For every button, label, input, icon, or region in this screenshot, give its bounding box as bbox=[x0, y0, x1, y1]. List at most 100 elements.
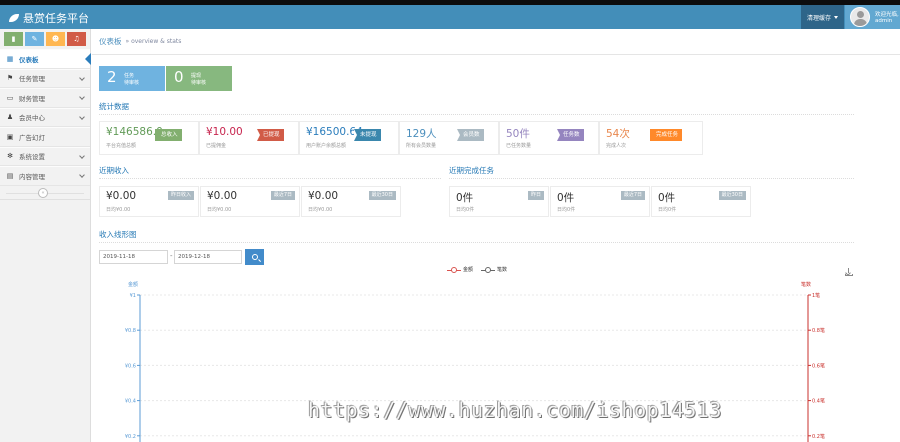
stat-value: 54次 bbox=[606, 128, 630, 140]
sidebar-item-finance[interactable]: ▭ 财务管理 bbox=[0, 88, 90, 108]
chevron-down-icon bbox=[79, 94, 85, 100]
tile-count: 0 bbox=[174, 68, 184, 86]
stat-label: 平台充值总额 bbox=[106, 143, 137, 149]
sidebar-item-members[interactable]: ♟ 会员中心 bbox=[0, 107, 90, 127]
right-tick-label: 1笔 bbox=[812, 292, 820, 299]
tasks-done-card: 0件 日均0件 最近7日 bbox=[550, 186, 650, 217]
stat-card: ¥146586.0 平台充值总额 总收入 bbox=[99, 121, 199, 155]
tile-pending-tasks[interactable]: 2 任务 待审核 bbox=[99, 66, 165, 91]
stat-card: ¥16500.64 用户账户余额总额 未提现 bbox=[299, 121, 399, 155]
money-icon: ▭ bbox=[6, 93, 14, 102]
mini-label: 日均0件 bbox=[658, 207, 677, 213]
tile-label: 任务 bbox=[124, 73, 135, 79]
mini-value: ¥0.00 bbox=[308, 190, 339, 202]
stat-badge: 未提现 bbox=[354, 129, 381, 141]
sidebar-shortcuts: ▮ ✎ ☻ ♫ bbox=[0, 29, 90, 49]
chevron-down-icon bbox=[79, 172, 85, 178]
mini-value: ¥0.00 bbox=[106, 190, 137, 202]
tile-pending-withdrawals[interactable]: 0 提现 待审核 bbox=[166, 66, 232, 91]
clear-cache-label: 清理缓存 bbox=[806, 14, 831, 22]
mini-tag: 最近30日 bbox=[718, 191, 746, 200]
shortcut-users-button[interactable]: ☻ bbox=[46, 32, 65, 46]
legend-item-count[interactable]: 笔数 bbox=[481, 266, 507, 273]
left-tick-label: ¥0.6 bbox=[125, 363, 136, 369]
main-content: 仪表板 » overview & stats 2 任务 待审核 0 提现 待审核… bbox=[92, 29, 900, 442]
left-axis-title: 金额 bbox=[128, 281, 138, 288]
brand[interactable]: 悬赏任务平台 bbox=[9, 10, 89, 26]
user-icon: ♟ bbox=[6, 113, 14, 122]
stat-label: 完成人次 bbox=[606, 143, 627, 149]
tasks-done-card: 0件日均0件 最近30日 bbox=[651, 186, 751, 217]
stat-badge: 会员数 bbox=[457, 129, 484, 141]
search-button[interactable] bbox=[245, 249, 264, 265]
shortcut-bell-button[interactable]: ♫ bbox=[67, 32, 86, 46]
income-card: ¥0.00 日均¥0.00 最近7日 bbox=[200, 186, 300, 217]
avatar bbox=[850, 7, 870, 27]
mini-value: 0件 bbox=[456, 192, 474, 204]
tasks-done-title: 近期完成任务 bbox=[449, 166, 494, 175]
tile-sublabel: 待审核 bbox=[124, 80, 140, 86]
income-card: ¥0.00 日均¥0.00 昨日收入 bbox=[99, 186, 199, 217]
leaf-icon bbox=[9, 14, 19, 22]
mini-tag: 最近30日 bbox=[368, 191, 396, 200]
breadcrumb: 仪表板 » overview & stats bbox=[92, 29, 900, 55]
left-tick-label: ¥0.2 bbox=[125, 434, 136, 440]
sidebar-item-content[interactable]: ▤ 内容管理 bbox=[0, 166, 90, 186]
sidebar-item-dashboard[interactable]: ▦ 仪表板 bbox=[0, 49, 91, 69]
top-navbar: 悬赏任务平台 清理缓存 欢迎光临, admin bbox=[0, 5, 900, 29]
tile-sublabel: 待审核 bbox=[191, 80, 207, 86]
stat-card: ¥10.00 已提佣金 已提现 bbox=[199, 121, 299, 155]
download-icon[interactable] bbox=[845, 268, 853, 276]
stat-card: 54次 完成人次 完成任务 bbox=[599, 121, 703, 155]
mini-value: 0件 bbox=[557, 192, 575, 204]
stat-badge: 已提现 bbox=[257, 129, 284, 141]
shortcut-pencil-button[interactable]: ✎ bbox=[25, 32, 44, 46]
date-to-input[interactable]: 2019-12-18 bbox=[174, 250, 242, 264]
date-from-input[interactable]: 2019-11-18 bbox=[99, 250, 168, 264]
page-subtitle: » overview & stats bbox=[125, 38, 182, 45]
stat-label: 用户账户余额总额 bbox=[306, 143, 347, 149]
page-title: 仪表板 bbox=[99, 37, 122, 46]
sidebar-item-settings[interactable]: ✻ 系统设置 bbox=[0, 146, 90, 166]
left-tick-label: ¥0.4 bbox=[125, 399, 136, 405]
sidebar-item-label: 系统设置 bbox=[19, 153, 45, 162]
sidebar-item-label: 财务管理 bbox=[19, 94, 45, 103]
sidebar-item-label: 任务管理 bbox=[19, 75, 45, 84]
dashboard-icon: ▦ bbox=[6, 54, 14, 63]
legend-item-amount[interactable]: 金额 bbox=[447, 266, 473, 273]
mini-tag: 最近7日 bbox=[620, 191, 645, 200]
stat-label: 已提佣金 bbox=[206, 143, 227, 149]
legend-label: 笔数 bbox=[497, 267, 508, 273]
stat-value: 129人 bbox=[406, 128, 437, 140]
legend-line-circle-icon bbox=[447, 266, 461, 273]
user-menu[interactable]: 欢迎光临, admin bbox=[845, 5, 900, 29]
right-axis-title: 笔数 bbox=[801, 281, 811, 288]
user-greeting: 欢迎光临, bbox=[875, 12, 899, 18]
sidebar-collapse-bar: « bbox=[0, 186, 90, 200]
sidebar: ▮ ✎ ☻ ♫ ▦ 仪表板 ⚑ 任务管理 ▭ 财务管理 ♟ 会员中心 ▣ 广告幻… bbox=[0, 29, 91, 442]
picture-icon: ▣ bbox=[6, 132, 14, 141]
pencil-icon: ✎ bbox=[31, 35, 38, 43]
clear-cache-menu[interactable]: 清理缓存 bbox=[801, 5, 844, 29]
legend-label: 金额 bbox=[463, 267, 474, 273]
income-card: ¥0.00 日均¥0.00 最近30日 bbox=[301, 186, 401, 217]
sidebar-item-label: 广告幻灯 bbox=[19, 133, 45, 142]
right-tick-label: 0.8笔 bbox=[812, 327, 825, 334]
sidebar-item-tasks[interactable]: ⚑ 任务管理 bbox=[0, 68, 90, 88]
stat-value: 50件 bbox=[506, 128, 530, 140]
chevron-down-icon bbox=[79, 113, 85, 120]
tile-label: 提现 bbox=[191, 73, 202, 79]
shortcut-signal-button[interactable]: ▮ bbox=[4, 32, 23, 46]
sidebar-item-slides[interactable]: ▣ 广告幻灯 bbox=[0, 127, 90, 147]
legend-line-circle-icon bbox=[481, 266, 496, 273]
stats-title: 统计数据 bbox=[99, 102, 129, 111]
mini-label: 日均0件 bbox=[456, 207, 475, 213]
mini-label: 日均¥0.00 bbox=[308, 207, 333, 213]
flag-icon: ⚑ bbox=[6, 74, 14, 83]
mini-value: 0件 bbox=[658, 192, 676, 204]
cog-icon: ✻ bbox=[7, 152, 13, 161]
tasks-done-card: 0件 日均0件 昨日 bbox=[449, 186, 549, 217]
inbox-icon: ▤ bbox=[6, 171, 14, 180]
stat-badge: 任务数 bbox=[557, 129, 584, 141]
sidebar-collapse-button[interactable]: « bbox=[38, 187, 48, 198]
